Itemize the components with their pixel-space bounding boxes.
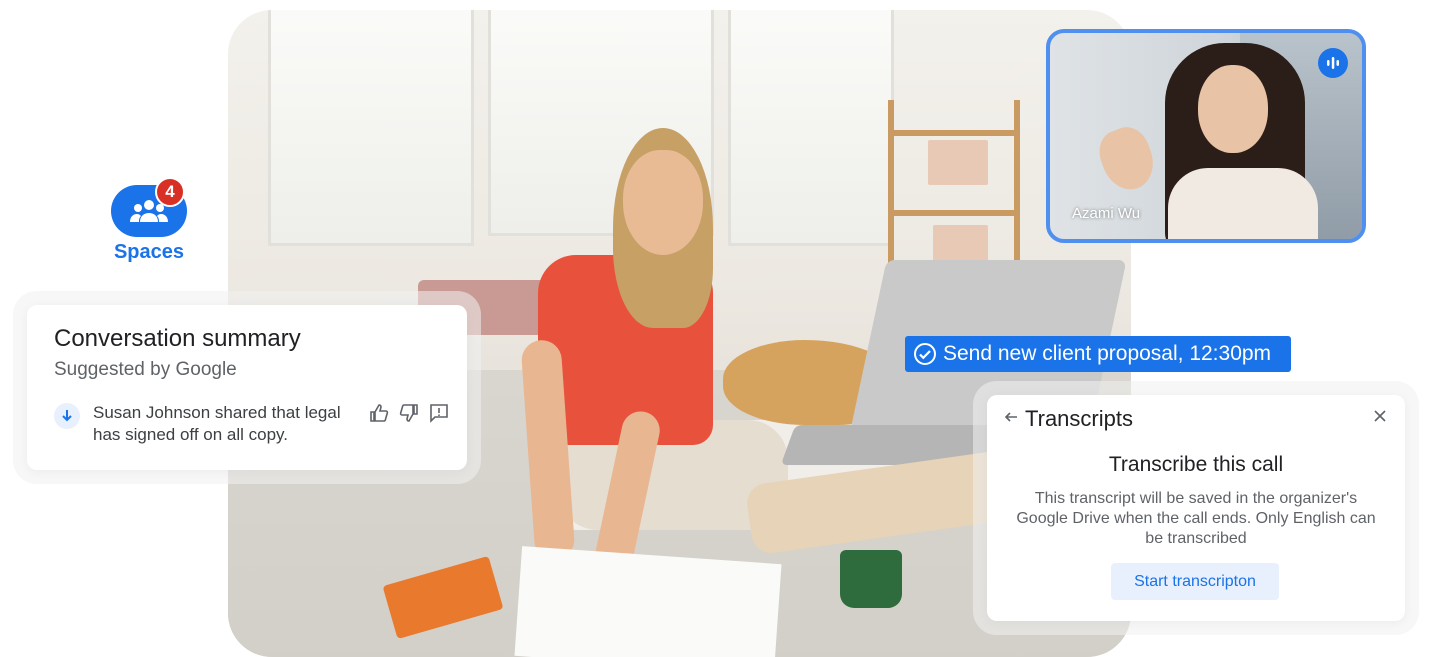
participant-name: Azami Wu [1072, 205, 1141, 222]
green-mug [840, 550, 902, 608]
woman-face [623, 150, 703, 255]
summary-title: Conversation summary [54, 325, 301, 352]
spaces-shortcut[interactable]: 4 Spaces [110, 177, 188, 264]
feedback-icon[interactable] [429, 403, 449, 423]
participant-body [1168, 168, 1318, 239]
transcribe-description: This transcript will be saved in the org… [1016, 490, 1376, 547]
thumbs-down-icon[interactable] [399, 403, 419, 423]
notification-badge: 4 [155, 177, 185, 207]
back-arrow-icon[interactable] [1003, 409, 1019, 425]
summary-subtitle: Suggested by Google [54, 359, 237, 380]
task-label: Send new client proposal, 12:30pm [943, 342, 1272, 365]
paper-sheet [514, 546, 782, 657]
participant-hand [1092, 121, 1162, 197]
close-icon[interactable] [1371, 407, 1389, 425]
video-tile[interactable]: Azami Wu [1046, 29, 1366, 243]
transcripts-panel: Transcripts Transcribe this call This tr… [987, 395, 1405, 621]
summary-item-text: Susan Johnson shared that legal has sign… [93, 403, 341, 444]
task-chip[interactable]: Send new client proposal, 12:30pm [905, 336, 1291, 372]
start-transcription-button[interactable]: Start transcripton [1111, 563, 1279, 600]
participant-face [1198, 65, 1268, 153]
shelf-box [933, 225, 988, 265]
arrow-down-icon[interactable] [54, 403, 80, 429]
transcribe-heading: Transcribe this call [1108, 453, 1284, 476]
spaces-button[interactable]: 4 [111, 177, 187, 237]
spaces-label: Spaces [113, 241, 185, 263]
conversation-summary-card: Conversation summary Suggested by Google… [27, 305, 467, 470]
check-circle-icon [913, 342, 937, 366]
shelf-box [928, 140, 988, 185]
feedback-actions [369, 403, 449, 423]
transcripts-title: Transcripts [1025, 406, 1133, 431]
window [728, 10, 894, 246]
thumbs-up-icon[interactable] [369, 403, 389, 423]
speaking-icon [1318, 48, 1348, 78]
window [268, 10, 474, 246]
